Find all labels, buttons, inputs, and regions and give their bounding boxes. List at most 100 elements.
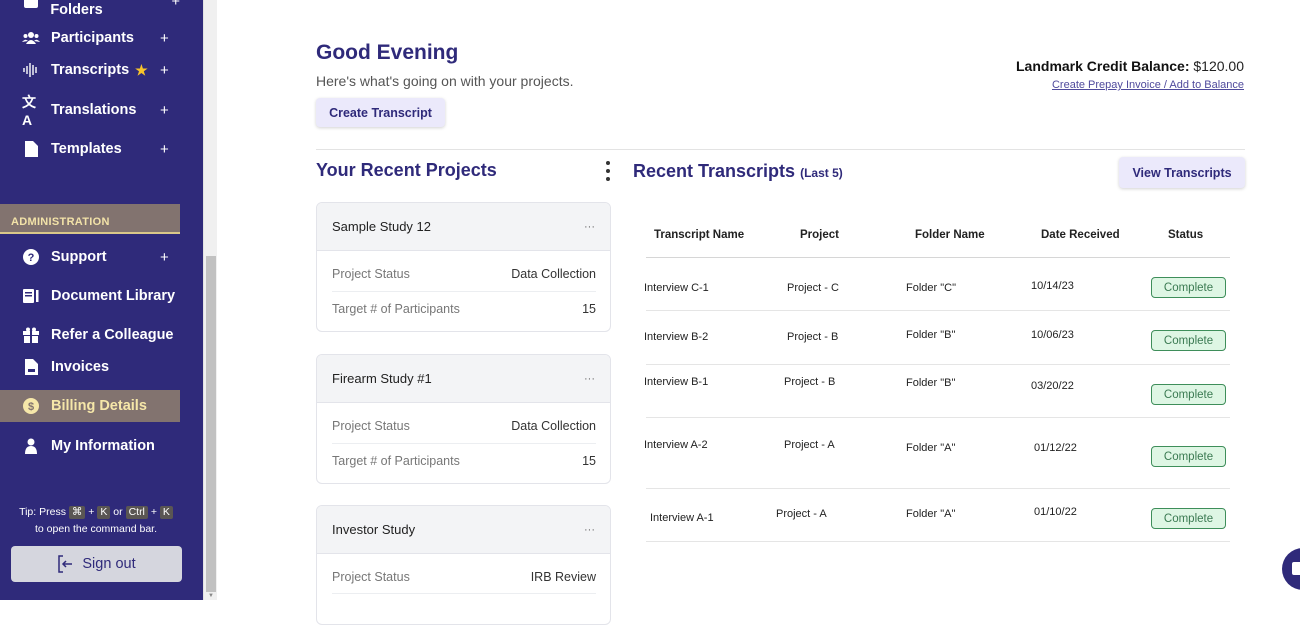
- gift-icon: [22, 326, 40, 344]
- status-badge: Complete: [1151, 277, 1226, 298]
- project-name: Investor Study: [332, 522, 416, 537]
- transcript-project: Project - B: [784, 376, 836, 388]
- scroll-down-arrow-icon[interactable]: ▼: [207, 593, 215, 599]
- sidebar-item-refer-a-colleague[interactable]: Refer a Colleague: [0, 319, 180, 351]
- greeting-title: Good Evening: [316, 41, 459, 64]
- sign-out-icon: [58, 555, 73, 573]
- card-menu-icon[interactable]: ···: [584, 524, 595, 536]
- sidebar-item-my-information[interactable]: My Information: [0, 430, 180, 462]
- table-header-divider: [646, 257, 1230, 258]
- dollar-circle-icon: $: [22, 397, 40, 415]
- recent-transcripts-title: Recent Transcripts (Last 5): [633, 161, 843, 181]
- cmd-key: ⌘: [68, 506, 86, 519]
- status-badge: Complete: [1151, 330, 1226, 351]
- transcript-date: 10/14/23: [1031, 280, 1074, 292]
- expand-translations-icon[interactable]: +: [160, 102, 169, 119]
- main-content: Good Evening Here's what's going on with…: [217, 0, 1300, 625]
- project-status-row: Project Status Data Collection: [332, 419, 596, 433]
- column-header-project[interactable]: Project: [800, 229, 839, 241]
- sidebar-item-templates[interactable]: Templates +: [0, 133, 180, 165]
- k-key: K: [97, 506, 111, 519]
- project-card[interactable]: Firearm Study #1 ··· Project Status Data …: [316, 354, 611, 484]
- card-menu-icon[interactable]: ···: [584, 373, 595, 385]
- book-icon: [22, 287, 40, 305]
- transcript-date: 01/10/22: [1034, 506, 1077, 518]
- column-header-folder-name[interactable]: Folder Name: [915, 229, 985, 241]
- target-participants-row: Target # of Participants 15: [332, 443, 596, 477]
- view-transcripts-button[interactable]: View Transcripts: [1119, 157, 1245, 188]
- sidebar-item-transcripts[interactable]: Transcripts ★ +: [0, 54, 180, 86]
- transcript-project: Project - A: [784, 439, 835, 451]
- chat-icon: [1292, 562, 1300, 575]
- row-divider: [646, 310, 1230, 311]
- sidebar-item-research-folders[interactable]: Research Folders+: [0, 0, 180, 18]
- status-badge: Complete: [1151, 508, 1226, 529]
- transcript-folder: Folder "A": [906, 508, 956, 520]
- transcript-folder: Folder "C": [906, 282, 956, 294]
- sidebar-item-translations[interactable]: 文A Translations +: [0, 94, 180, 128]
- card-menu-icon[interactable]: ···: [584, 221, 595, 233]
- sidebar-item-invoices[interactable]: Invoices: [0, 351, 180, 383]
- create-transcript-button[interactable]: Create Transcript: [316, 98, 445, 127]
- scrollbar-thumb[interactable]: [206, 256, 216, 592]
- divider: [316, 149, 1245, 150]
- project-name: Firearm Study #1: [332, 371, 432, 386]
- ctrl-key: Ctrl: [125, 506, 148, 519]
- row-divider: [646, 364, 1230, 365]
- transcript-project: Project - A: [776, 508, 827, 520]
- column-header-status[interactable]: Status: [1168, 229, 1203, 241]
- target-participants-row: Target # of Participants 15: [332, 291, 596, 325]
- invoice-icon: [22, 358, 40, 376]
- recent-projects-title: Your Recent Projects: [316, 160, 497, 180]
- transcript-date: 10/06/23: [1031, 329, 1074, 341]
- project-card[interactable]: Investor Study ··· Project Status IRB Rev…: [316, 505, 611, 625]
- row-divider: [646, 541, 1230, 542]
- transcript-date: 01/12/22: [1034, 442, 1077, 454]
- more-options-icon[interactable]: [605, 161, 611, 181]
- expand-support-icon[interactable]: +: [160, 249, 169, 266]
- user-icon: [22, 437, 40, 455]
- expand-templates-icon[interactable]: +: [160, 141, 169, 158]
- greeting-subtitle: Here's what's going on with your project…: [316, 73, 574, 89]
- project-status-row: Project Status Data Collection: [332, 267, 596, 281]
- transcript-folder: Folder "B": [906, 377, 956, 389]
- star-icon: ★: [135, 61, 148, 78]
- status-badge: Complete: [1151, 384, 1226, 405]
- project-card[interactable]: Sample Study 12 ··· Project Status Data C…: [316, 202, 611, 332]
- waveform-icon: [22, 61, 40, 79]
- users-icon: [22, 29, 40, 47]
- sidebar-scrollbar[interactable]: ▼: [203, 0, 217, 600]
- question-circle-icon: ?: [22, 248, 40, 266]
- administration-header: ADMINISTRATION: [0, 204, 180, 234]
- transcript-project: Project - B: [787, 331, 839, 343]
- sidebar-item-participants[interactable]: Participants +: [0, 22, 180, 54]
- sidebar-item-support[interactable]: ? Support +: [0, 241, 180, 273]
- credit-balance-value: $120.00: [1193, 58, 1244, 74]
- transcript-name[interactable]: Interview B-2: [644, 331, 708, 343]
- sidebar-item-document-library[interactable]: Document Library: [0, 280, 180, 312]
- transcript-name[interactable]: Interview B-1: [644, 376, 708, 388]
- row-divider: [646, 417, 1230, 418]
- credit-balance: Landmark Credit Balance: $120.00: [1016, 58, 1244, 74]
- sidebar-item-billing-details[interactable]: $ Billing Details: [0, 390, 180, 422]
- transcript-name[interactable]: Interview A-2: [644, 439, 708, 451]
- transcript-name[interactable]: Interview C-1: [644, 282, 709, 294]
- file-icon: [22, 140, 40, 158]
- expand-transcripts-icon[interactable]: +: [160, 62, 169, 79]
- transcript-name[interactable]: Interview A-1: [650, 512, 714, 524]
- sign-out-button[interactable]: Sign out: [11, 546, 182, 582]
- project-name: Sample Study 12: [332, 219, 432, 234]
- transcript-folder: Folder "A": [906, 442, 956, 454]
- column-header-transcript-name[interactable]: Transcript Name: [654, 229, 744, 241]
- sidebar: Research Folders+ Participants + Transcr…: [0, 0, 203, 600]
- k-key: K: [159, 506, 173, 519]
- expand-participants-icon[interactable]: +: [160, 30, 169, 47]
- transcript-date: 03/20/22: [1031, 380, 1074, 392]
- column-header-date-received[interactable]: Date Received: [1041, 229, 1120, 241]
- svg-text:?: ?: [28, 252, 35, 264]
- transcript-project: Project - C: [787, 282, 839, 294]
- create-prepay-invoice-link[interactable]: Create Prepay Invoice / Add to Balance: [1052, 79, 1244, 91]
- transcript-folder: Folder "B": [906, 329, 956, 341]
- status-badge: Complete: [1151, 446, 1226, 467]
- svg-text:$: $: [28, 401, 34, 413]
